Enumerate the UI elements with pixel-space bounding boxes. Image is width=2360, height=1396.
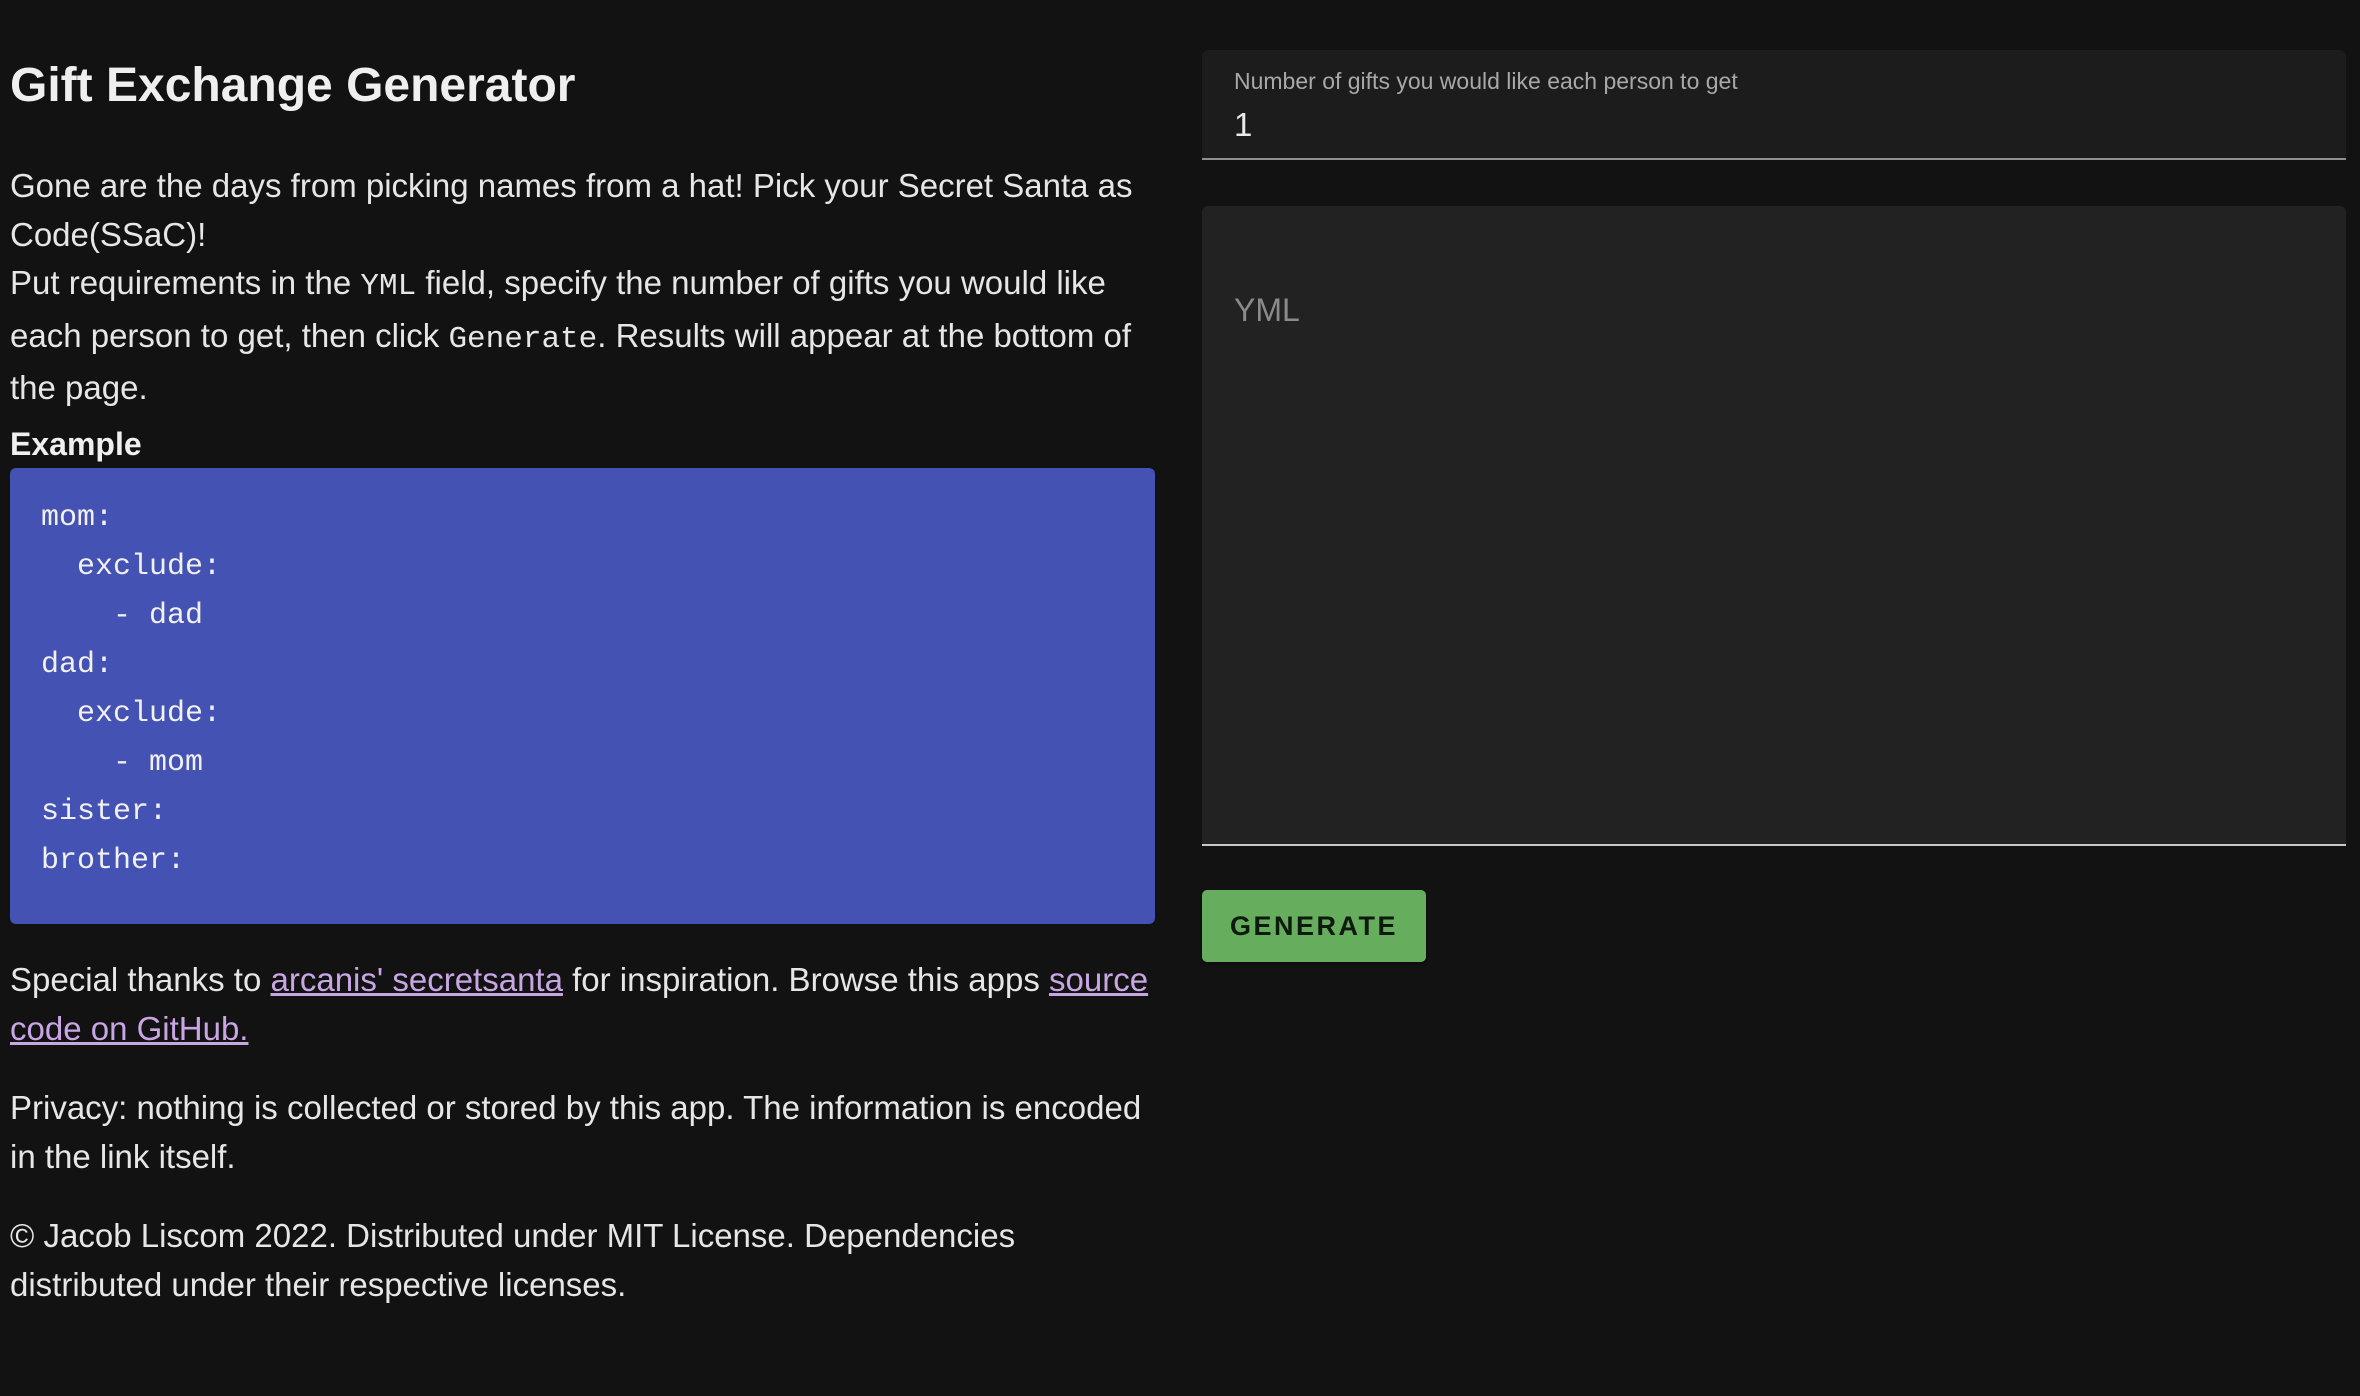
yml-code-inline: YML [360,269,417,304]
gifts-count-field[interactable]: Number of gifts you would like each pers… [1202,50,2346,160]
code-line: dad: [41,648,114,682]
example-heading: Example [10,426,142,462]
copyright-text: © Jacob Liscom 2022. Distributed under M… [10,1217,1016,1303]
gifts-count-input[interactable]: 1 [1234,106,1252,144]
code-line: exclude: [41,550,222,584]
example-code-block: mom: exclude: - dad dad: exclude: - mom si… [10,468,1155,924]
yml-placeholder: YML [1234,292,1300,328]
gifts-count-label: Number of gifts you would like each pers… [1234,68,1738,94]
code-line: brother: [41,844,186,878]
thanks-text: Special thanks to arcanis' secretsanta f… [10,956,1155,1053]
code-line: mom: [41,501,114,535]
thanks-mid: for inspiration. Browse this apps [562,961,1050,998]
secretsanta-link[interactable]: arcanis' secretsanta [271,961,563,998]
thanks-pre: Special thanks to [10,961,271,998]
code-line: - mom [41,746,204,780]
code-line: - dad [41,599,204,633]
code-line: sister: [41,795,168,829]
intro-line-2: Put requirements in the YML field, speci… [10,259,1155,413]
generate-button[interactable]: GENERATE [1202,890,1426,962]
generate-code-inline: Generate [448,321,598,357]
yml-textarea[interactable]: YML [1202,206,2346,846]
page-title: Gift Exchange Generator [10,59,576,112]
intro-text: Gone are the days from picking names fro… [10,162,1155,413]
intro-line-1: Gone are the days from picking names fro… [10,167,1133,253]
privacy-text: Privacy: nothing is collected or stored … [10,1089,1142,1175]
intro-line-2-pre: Put requirements in the [10,264,361,301]
code-line: exclude: [41,697,222,731]
